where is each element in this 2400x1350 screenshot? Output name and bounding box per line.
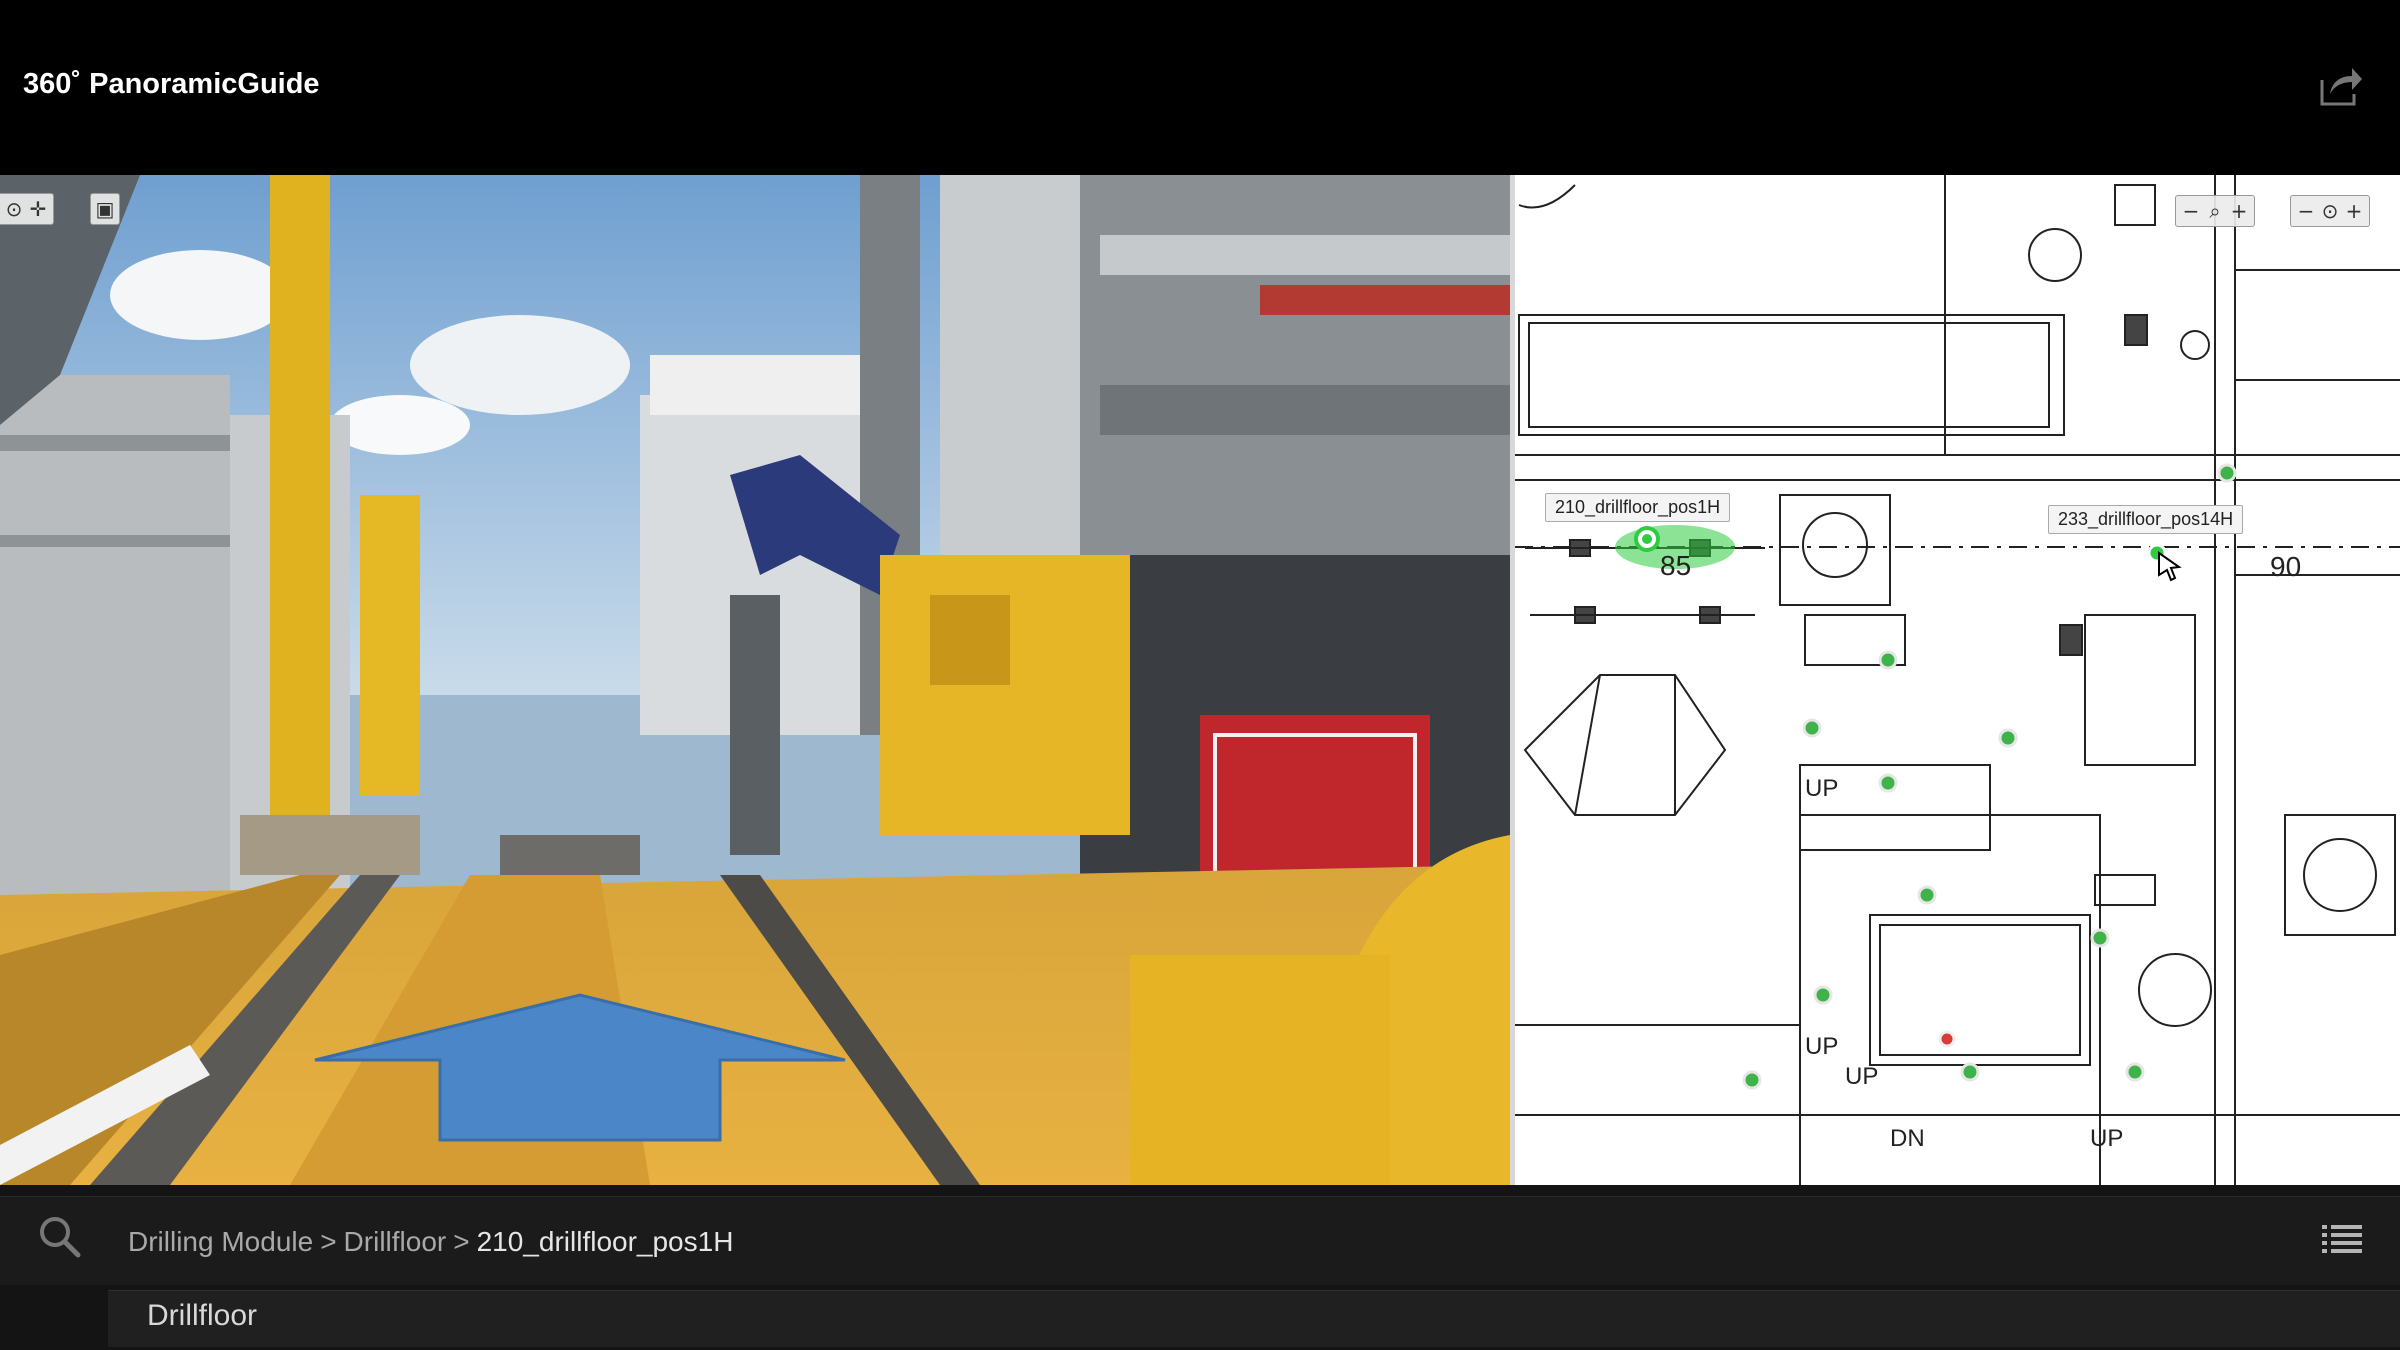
zoom-out-icon[interactable]: −: [2296, 199, 2316, 223]
fullscreen-icon[interactable]: ▣: [95, 197, 115, 221]
panorama-viewer[interactable]: ⊙ ✛ ▣: [0, 175, 1510, 1185]
zoom-out-icon[interactable]: −: [2181, 199, 2201, 223]
breadcrumb-separator: >: [320, 1226, 337, 1257]
breadcrumb-drillfloor[interactable]: Drillfloor: [344, 1226, 447, 1257]
breadcrumb-drilling-module[interactable]: Drilling Module: [128, 1226, 313, 1257]
zoom-icon[interactable]: ⌕: [2205, 199, 2225, 223]
floor-plan-drawing: [1515, 175, 2400, 1185]
breadcrumb-current: 210_drillfloor_pos1H: [476, 1226, 734, 1257]
stair-up-label: UP: [1805, 775, 1839, 802]
panorama-controls: ⊙ ✛: [0, 193, 54, 225]
stair-up-label: UP: [1845, 1063, 1879, 1090]
section-title: Drillfloor: [147, 1299, 258, 1332]
stair-up-label: UP: [2090, 1125, 2124, 1152]
room-number-label: 90: [2270, 551, 2302, 582]
search-icon[interactable]: [36, 1213, 82, 1259]
list-icon[interactable]: [2322, 1223, 2362, 1253]
section-title-bar: [108, 1290, 2400, 1347]
floor-plan-map[interactable]: − ⌕ + − ⊙ + 210_drillfloor_pos1H 233_dri…: [1515, 175, 2400, 1185]
stair-down-label: DN: [1890, 1125, 1925, 1152]
map-zoom-controls: − ⌕ +: [2175, 195, 2255, 227]
room-number-label: 85: [1660, 550, 1692, 581]
map-zoom-controls-secondary: − ⊙ +: [2290, 195, 2370, 227]
current-position-tooltip: 210_drillfloor_pos1H: [1545, 493, 1731, 522]
breadcrumb: Drilling Module > Drillfloor >210_drillfloo…: [128, 1226, 733, 1258]
zoom-in-icon[interactable]: +: [2344, 199, 2364, 223]
zoom-in-icon[interactable]: +: [2229, 199, 2249, 223]
stair-up-label: UP: [1805, 1033, 1839, 1060]
breadcrumb-separator: >: [453, 1226, 470, 1257]
panorama-fullscreen: ▣: [90, 193, 120, 225]
locate-icon[interactable]: ⊙: [4, 197, 24, 221]
panorama-scene: [0, 175, 1510, 1185]
app-header: 360˚ PanoramicGuide: [0, 0, 2400, 175]
side-spacer: [0, 1290, 100, 1350]
hover-position-tooltip: 233_drillfloor_pos14H: [2048, 505, 2244, 534]
location-icon[interactable]: ⊙: [2320, 199, 2340, 223]
pan-icon[interactable]: ✛: [28, 197, 48, 221]
share-icon[interactable]: [2316, 62, 2364, 110]
app-title: 360˚ PanoramicGuide: [23, 68, 320, 100]
